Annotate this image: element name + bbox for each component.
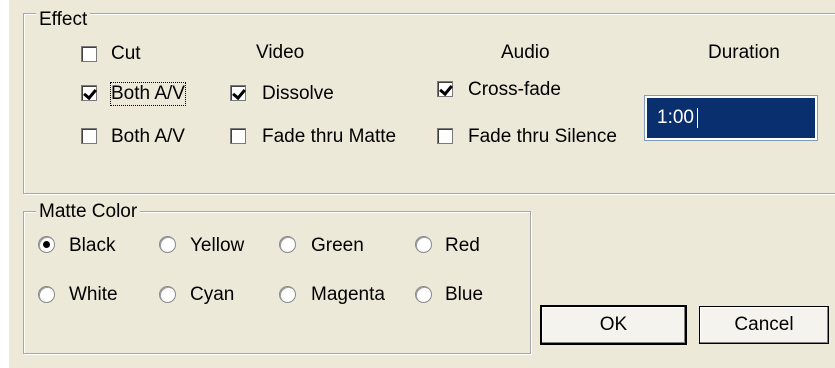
matte-color-legend: Matte Color (36, 202, 141, 222)
dissolve-label[interactable]: Dissolve (262, 83, 334, 105)
transition-dialog: Effect Video Audio Duration Cut Both A/V… (9, 0, 835, 368)
both-av-checkbox-2[interactable] (81, 128, 97, 144)
both-av-checkbox-1[interactable] (81, 85, 97, 101)
radio-magenta-label[interactable]: Magenta (311, 284, 385, 306)
cross-fade-label[interactable]: Cross-fade (468, 79, 561, 101)
matte-color-group (23, 211, 531, 354)
radio-green[interactable] (279, 236, 296, 253)
radio-black-label[interactable]: Black (69, 235, 115, 257)
radio-blue-label[interactable]: Blue (445, 284, 483, 306)
effect-legend: Effect (36, 10, 91, 30)
radio-green-label[interactable]: Green (311, 235, 364, 257)
text-caret (696, 107, 698, 128)
radio-white[interactable] (38, 286, 55, 303)
cut-label[interactable]: Cut (111, 43, 141, 65)
dissolve-checkbox[interactable] (230, 85, 246, 101)
both-av-label-2[interactable]: Both A/V (111, 126, 185, 148)
cut-checkbox[interactable] (81, 46, 97, 62)
radio-white-label[interactable]: White (69, 284, 118, 306)
cross-fade-checkbox[interactable] (437, 81, 453, 97)
fade-thru-matte-label[interactable]: Fade thru Matte (262, 126, 396, 148)
audio-header: Audio (501, 42, 550, 63)
video-header: Video (256, 42, 305, 63)
radio-yellow[interactable] (159, 236, 176, 253)
ok-button[interactable]: OK (540, 305, 687, 345)
duration-header: Duration (708, 42, 780, 63)
radio-cyan-label[interactable]: Cyan (190, 284, 234, 306)
fade-thru-silence-label[interactable]: Fade thru Silence (468, 126, 617, 148)
duration-value: 1:00 (657, 107, 694, 128)
radio-red-label[interactable]: Red (445, 235, 480, 257)
fade-thru-silence-checkbox[interactable] (437, 128, 453, 144)
both-av-label-1[interactable]: Both A/V (110, 82, 186, 106)
radio-red[interactable] (415, 236, 432, 253)
radio-magenta[interactable] (279, 286, 296, 303)
fade-thru-matte-checkbox[interactable] (230, 128, 246, 144)
radio-black[interactable] (38, 236, 55, 253)
cancel-button[interactable]: Cancel (699, 306, 829, 344)
radio-cyan[interactable] (159, 286, 176, 303)
radio-blue[interactable] (415, 286, 432, 303)
radio-yellow-label[interactable]: Yellow (190, 235, 244, 257)
duration-input[interactable]: 1:00 (644, 95, 818, 141)
